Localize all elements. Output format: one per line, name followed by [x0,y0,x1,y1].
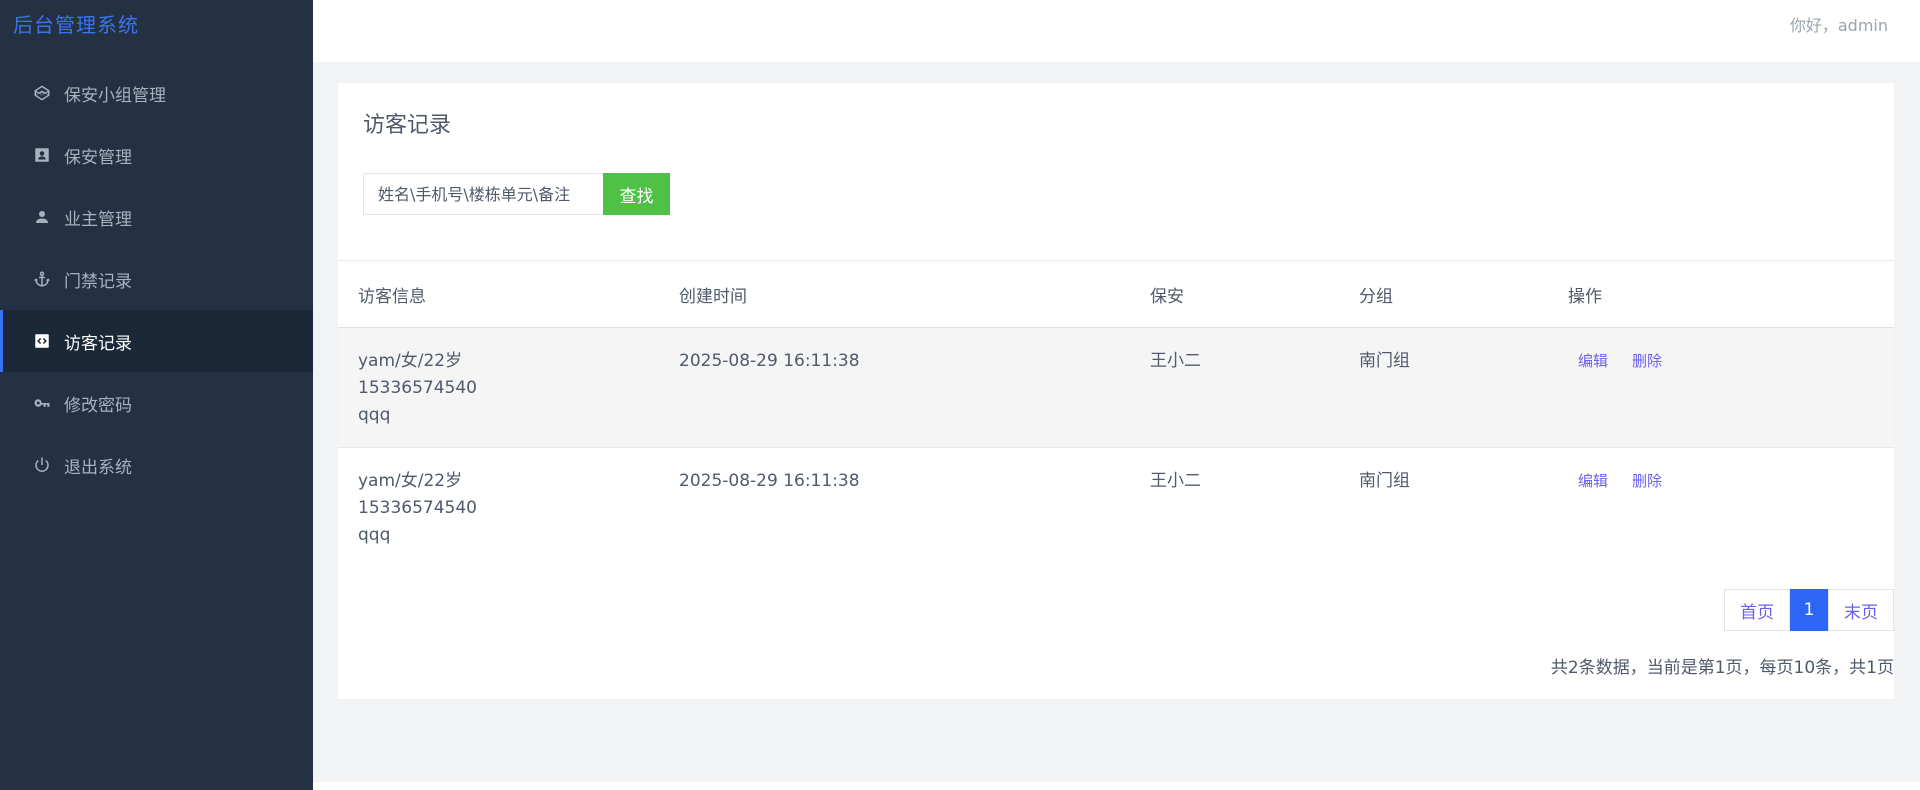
column-header-group: 分组 [1359,286,1393,307]
column-header-actions: 操作 [1568,286,1602,307]
sidebar-item-label: 访客记录 [64,333,132,354]
column-header-visitor-info: 访客信息 [358,286,426,307]
current-page-button[interactable]: 1 [1790,589,1828,631]
created-time-cell: 2025-08-29 16:11:38 [679,351,860,371]
table-row: yam/女/22岁 15336574540 qqq 2025-08-29 16:… [338,328,1894,448]
visitor-note: qqq [358,405,391,425]
top-header: 你好，admin [313,0,1920,62]
search-input[interactable] [363,173,603,215]
sidebar-item-logout[interactable]: 退出系统 [0,434,313,496]
visitor-note: qqq [358,525,391,545]
delete-link[interactable]: 删除 [1632,348,1662,447]
sidebar: 后台管理系统 保安小组管理 保安管理 业主管理 门禁记录 访客记录 修改密码 退… [0,0,313,790]
visitor-table: 访客信息 创建时间 保安 分组 操作 yam/女/22岁 15336574540… [338,260,1894,568]
actions-cell: 编辑 删除 [1568,448,1894,568]
id-card-icon [32,145,52,165]
brand-title: 后台管理系统 [13,13,139,37]
sidebar-item-security-group[interactable]: 保安小组管理 [0,62,313,124]
sidebar-item-visitor-records[interactable]: 访客记录 [0,310,313,372]
first-page-button[interactable]: 首页 [1724,589,1790,631]
sidebar-item-label: 业主管理 [64,209,132,230]
power-icon [32,455,52,475]
pagination: 首页 1 末页 [1724,589,1894,631]
sidebar-item-change-password[interactable]: 修改密码 [0,372,313,434]
column-header-created-time: 创建时间 [679,286,747,307]
sidebar-item-owners[interactable]: 业主管理 [0,186,313,248]
visitor-profile: yam/女/22岁 [358,351,463,371]
edit-link[interactable]: 编辑 [1578,468,1608,568]
visitor-phone: 15336574540 [358,498,477,518]
search-button[interactable]: 查找 [603,173,670,215]
sidebar-item-label: 门禁记录 [64,271,132,292]
footer-strip [313,782,1920,790]
user-greeting[interactable]: 你好，admin [1790,12,1888,36]
anchor-icon [32,269,52,289]
group-cell: 南门组 [1359,351,1410,371]
group-cell: 南门组 [1359,471,1410,491]
delete-link[interactable]: 删除 [1632,468,1662,568]
user-icon [32,207,52,227]
guard-cell: 王小二 [1150,351,1201,371]
last-page-button[interactable]: 末页 [1828,589,1894,631]
sidebar-item-label: 修改密码 [64,395,132,416]
visitor-profile: yam/女/22岁 [358,471,463,491]
sidebar-item-label: 保安小组管理 [64,85,166,106]
edit-link[interactable]: 编辑 [1578,348,1608,447]
sidebar-item-security-guards[interactable]: 保安管理 [0,124,313,186]
code-icon [32,331,52,351]
sidebar-item-access-records[interactable]: 门禁记录 [0,248,313,310]
column-header-guard: 保安 [1150,286,1184,307]
visitor-info-cell: yam/女/22岁 15336574540 qqq [338,328,679,447]
key-icon [32,393,52,413]
table-row: yam/女/22岁 15336574540 qqq 2025-08-29 16:… [338,448,1894,568]
visitor-phone: 15336574540 [358,378,477,398]
sidebar-item-label: 保安管理 [64,147,132,168]
sidebar-nav: 保安小组管理 保安管理 业主管理 门禁记录 访客记录 修改密码 退出系统 [0,62,313,496]
search-bar: 查找 [363,173,670,215]
page-title: 访客记录 [363,113,452,138]
pagination-summary: 共2条数据，当前是第1页，每页10条，共1页 [1550,658,1894,678]
sidebar-item-label: 退出系统 [64,457,132,478]
table-header: 访客信息 创建时间 保安 分组 操作 [338,261,1894,328]
created-time-cell: 2025-08-29 16:11:38 [679,471,860,491]
codepen-icon [32,83,52,103]
visitor-info-cell: yam/女/22岁 15336574540 qqq [338,448,679,568]
actions-cell: 编辑 删除 [1568,328,1894,447]
visitor-records-panel: 访客记录 查找 访客信息 创建时间 保安 分组 操作 yam/女/22岁 153… [338,83,1894,699]
guard-cell: 王小二 [1150,471,1201,491]
